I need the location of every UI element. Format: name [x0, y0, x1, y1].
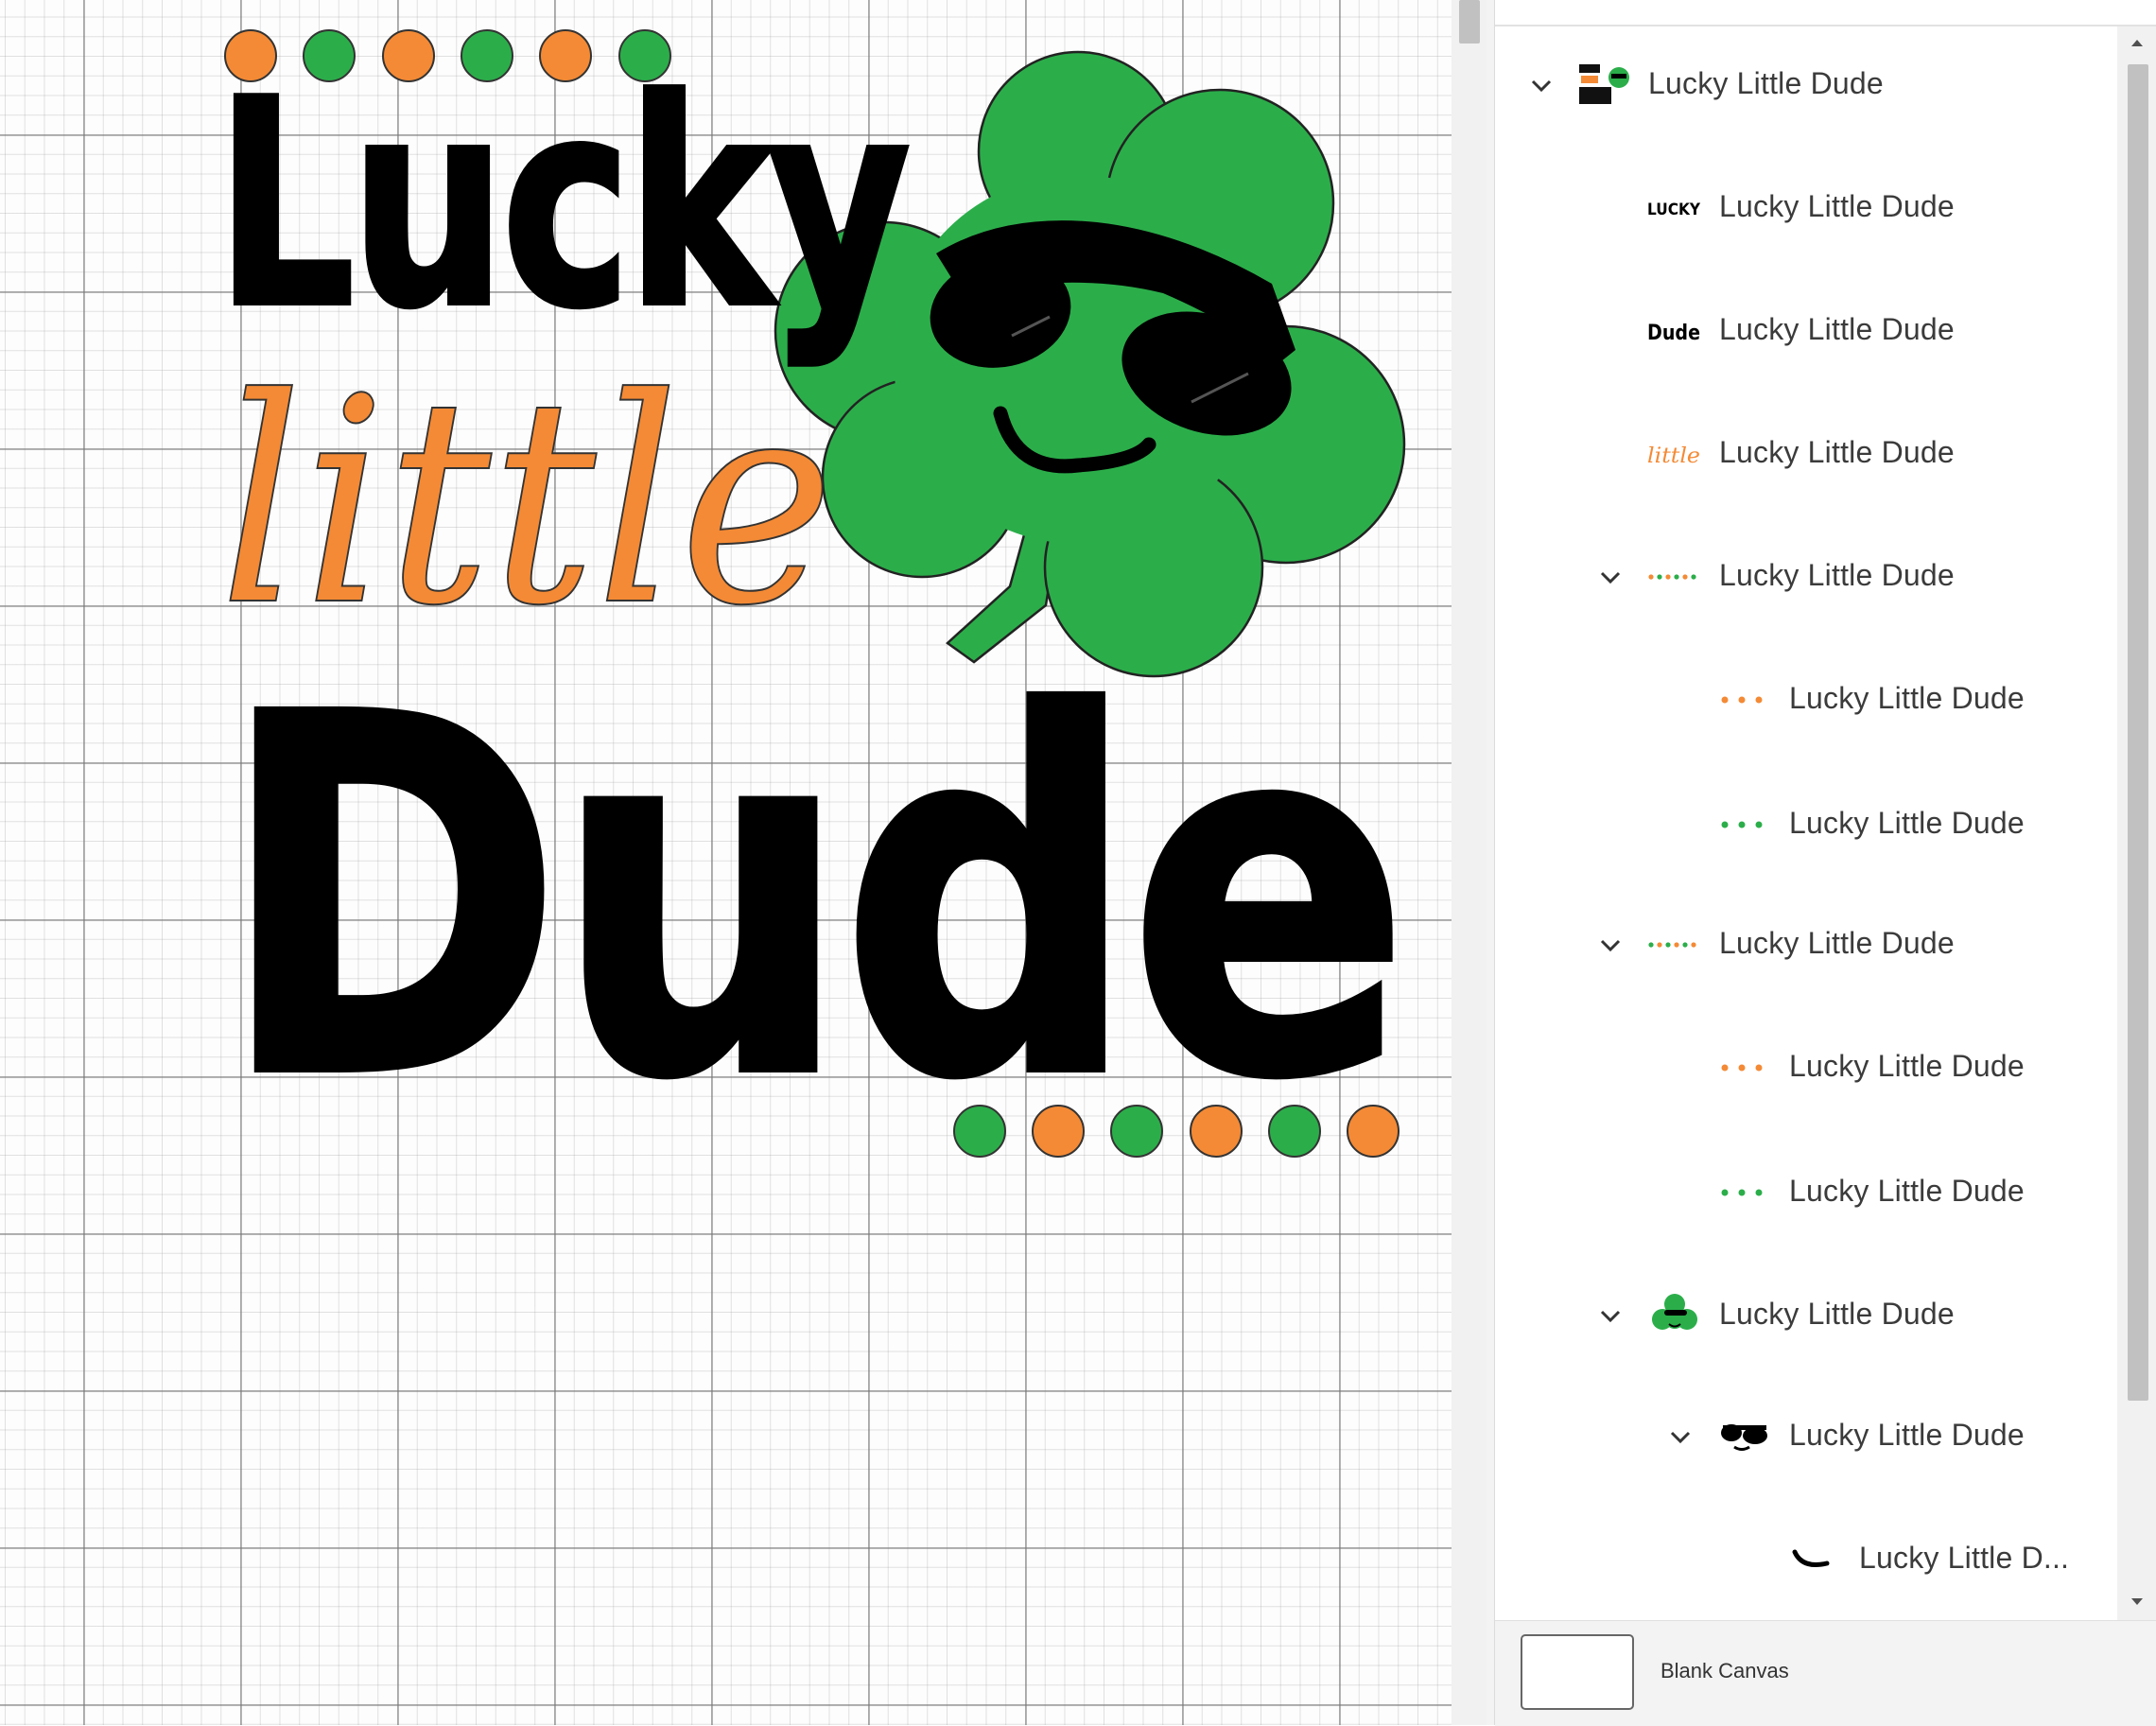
layer-row-smile[interactable]: Lucky Little D...	[1495, 1522, 2117, 1597]
chevron-down-icon[interactable]	[1667, 1423, 1694, 1450]
layer-row-dude-text[interactable]: Dude Lucky Little Dude	[1495, 293, 2117, 369]
layer-label: Lucky Little Dude	[1789, 681, 2025, 715]
bottom-dot-5	[1268, 1105, 1321, 1158]
lucky-little-dude-design[interactable]: Lucky little Dude	[0, 0, 1452, 1229]
lucky-word[interactable]: Lucky	[213, 37, 916, 373]
blank-canvas-label: Blank Canvas	[1660, 1659, 1789, 1682]
green-dots-icon	[1721, 821, 1763, 828]
chevron-down-icon[interactable]	[1597, 932, 1624, 958]
chevron-down-icon[interactable]	[1597, 564, 1624, 590]
canvas-scroll-thumb[interactable]	[1459, 0, 1480, 44]
bottom-dot-1	[953, 1105, 1006, 1158]
lucky-text-icon: LUCKY	[1647, 200, 1701, 219]
dude-word[interactable]: Dude	[216, 608, 1415, 1189]
bottom-dot-2	[1032, 1105, 1085, 1158]
scroll-up-arrow-icon[interactable]	[2130, 36, 2145, 51]
layer-row-sunglasses-group[interactable]: Lucky Little Dude	[1495, 1399, 2117, 1474]
layer-row-shamrock-group[interactable]: Lucky Little Dude	[1495, 1278, 2117, 1353]
chevron-down-icon[interactable]	[1528, 72, 1555, 98]
layer-row-orange-dots[interactable]: Lucky Little Dude	[1495, 1030, 2117, 1106]
dude-text-icon: Dude	[1647, 322, 1700, 345]
canvas-vertical-scrollbar[interactable]	[1452, 0, 1487, 1725]
canvas-footer: Blank Canvas	[1495, 1620, 2156, 1726]
layer-row-green-dots[interactable]: Lucky Little Dude	[1495, 1155, 2117, 1230]
smile-icon	[1792, 1549, 1830, 1567]
blank-canvas-swatch[interactable]	[1521, 1634, 1634, 1710]
scroll-down-arrow-icon[interactable]	[2130, 1594, 2145, 1609]
svg-text:LUCKY: LUCKY	[1647, 200, 1701, 219]
bottom-dot-3	[1110, 1105, 1163, 1158]
layers-scroll-thumb[interactable]	[2128, 64, 2148, 1401]
svg-text:little: little	[1647, 445, 1700, 468]
full-design-icon	[1579, 64, 1629, 104]
layer-label: Lucky Little Dude	[1719, 558, 1955, 592]
layer-label: Lucky Little Dude	[1789, 1418, 2025, 1452]
design-canvas[interactable]: Lucky little Dude	[0, 0, 1452, 1725]
svg-text:Dude: Dude	[1647, 322, 1700, 345]
sunglasses-icon	[1721, 1424, 1767, 1451]
layer-label: Lucky Little D...	[1859, 1541, 2070, 1575]
layers-scrollbar[interactable]	[2117, 26, 2156, 1620]
layer-label: Lucky Little Dude	[1719, 189, 1955, 223]
bottom-dot-4	[1190, 1105, 1243, 1158]
layer-row-group-main[interactable]: Lucky Little Dude	[1495, 47, 2117, 123]
shamrock-icon	[1652, 1294, 1697, 1330]
layer-label: Lucky Little Dude	[1789, 806, 2025, 840]
layers-list[interactable]: Lucky Little Dude LUCKY Lucky Little Dud…	[1495, 26, 2117, 1620]
orange-dots-icon	[1721, 696, 1763, 704]
dot-row-icon	[1648, 574, 1696, 580]
layers-panel: Lucky Little Dude LUCKY Lucky Little Dud…	[1494, 0, 2156, 1726]
layer-label: Lucky Little Dude	[1648, 66, 1884, 100]
layer-label: Lucky Little Dude	[1719, 435, 1955, 469]
dot-row-icon	[1648, 942, 1696, 948]
green-dots-icon	[1721, 1189, 1763, 1196]
layer-label: Lucky Little Dude	[1789, 1049, 2025, 1083]
layer-row-little-text[interactable]: little Lucky Little Dude	[1495, 416, 2117, 492]
orange-dots-icon	[1721, 1064, 1763, 1072]
layer-row-green-dots[interactable]: Lucky Little Dude	[1495, 787, 2117, 863]
layer-row-orange-dots[interactable]: Lucky Little Dude	[1495, 662, 2117, 738]
panel-divider	[1487, 0, 1494, 1725]
little-text-icon: little	[1647, 445, 1700, 468]
chevron-down-icon[interactable]	[1597, 1302, 1624, 1329]
bottom-dot-6	[1347, 1105, 1400, 1158]
layer-label: Lucky Little Dude	[1719, 312, 1955, 346]
layer-row-bottom-dots-group[interactable]: Lucky Little Dude	[1495, 907, 2117, 983]
layer-label: Lucky Little Dude	[1789, 1174, 2025, 1208]
layer-label: Lucky Little Dude	[1719, 1297, 1955, 1331]
layer-row-lucky-text[interactable]: LUCKY Lucky Little Dude	[1495, 170, 2117, 246]
layer-label: Lucky Little Dude	[1719, 926, 1955, 960]
layer-row-top-dots-group[interactable]: Lucky Little Dude	[1495, 539, 2117, 615]
